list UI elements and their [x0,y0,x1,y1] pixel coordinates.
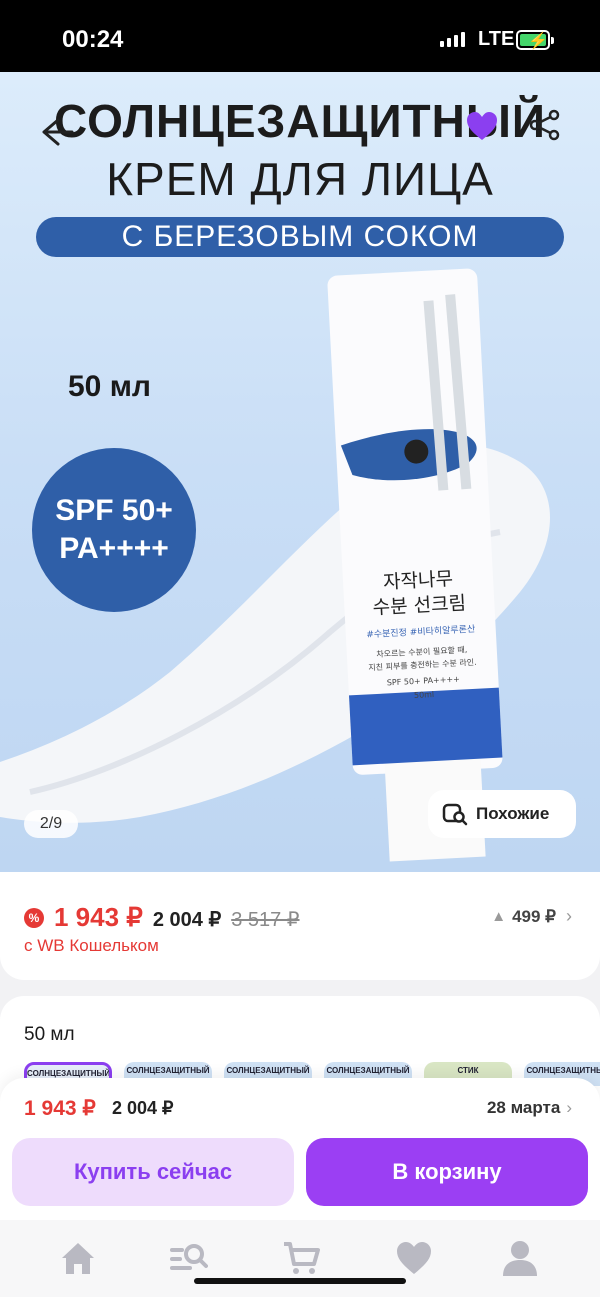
profile-icon[interactable] [500,1238,540,1278]
variant-size-label: 50 мл [24,1024,75,1045]
price-history-button[interactable]: ▲ 499 ₽ › [491,906,572,927]
spf-badge: SPF 50+ PA++++ [32,448,196,612]
price-regular: 2 004 ₽ [152,909,222,931]
hero-title-line1: СОЛНЦЕЗАЩИТНЫЙ [54,95,546,147]
favorites-icon[interactable] [394,1238,434,1278]
image-counter: 2/9 [24,810,78,838]
catalog-search-icon[interactable] [168,1238,208,1278]
buybar-price-current: 1 943 ₽ [24,1097,96,1120]
price-current: 1 943 ₽ [54,902,143,932]
bottom-nav [0,1220,600,1297]
heart-icon[interactable] [464,108,500,144]
status-bar: 00:24 LTE ⚡ [0,0,600,72]
home-indicator [194,1278,406,1284]
tube-name-line1: 자작나무 [383,568,454,594]
share-icon[interactable] [528,108,562,142]
chevron-right-icon: › [566,906,572,926]
product-image-gallery[interactable]: 자작나무 수분 선크림 #수분진정 #비타히알루론산 차오르는 수분이 필요할 … [0,72,600,872]
wallet-note: с WB Кошельком [24,936,159,955]
hero-subtitle-pill: С БЕРЕЗОВЫМ СОКОМ [36,217,564,257]
discount-badge-icon: % [24,907,44,928]
battery-icon: ⚡ [516,30,554,50]
buybar-price-regular: 2 004 ₽ [112,1098,174,1118]
price-old: 3 517 ₽ [231,909,300,931]
price-trend-up-icon: ▲ [491,908,507,925]
cart-icon[interactable] [282,1238,322,1278]
spf-badge-line1: SPF 50+ [55,494,173,527]
chevron-right-icon: › [566,1098,572,1117]
network-type: LTE [478,28,515,50]
back-arrow-icon[interactable] [36,112,76,152]
similar-label: Похожие [476,804,550,823]
status-time: 00:24 [62,26,124,53]
buy-now-button[interactable]: Купить сейчас [12,1138,294,1206]
add-to-cart-button[interactable]: В корзину [306,1138,588,1206]
similar-button[interactable]: Похожие [428,790,576,838]
price-block: % 1 943 ₽ 2 004 ₽ 3 517 ₽ с WB Кошельком… [0,872,600,980]
home-icon[interactable] [58,1238,98,1278]
spf-badge-line2: PA++++ [59,532,169,565]
hero-volume: 50 мл [68,370,151,403]
delivery-date-button[interactable]: 28 марта › [487,1098,572,1118]
price-history-value: 499 ₽ [512,906,556,926]
buy-bar: 1 943 ₽ 2 004 ₽ 28 марта › Купить сейчас … [0,1078,600,1220]
tube-volume: 50ml [414,690,435,700]
delivery-date: 28 марта [486,1098,561,1117]
signal-icon [440,32,465,47]
hero-title-line2: КРЕМ ДЛЯ ЛИЦА [106,153,494,205]
similar-search-icon [442,803,468,826]
